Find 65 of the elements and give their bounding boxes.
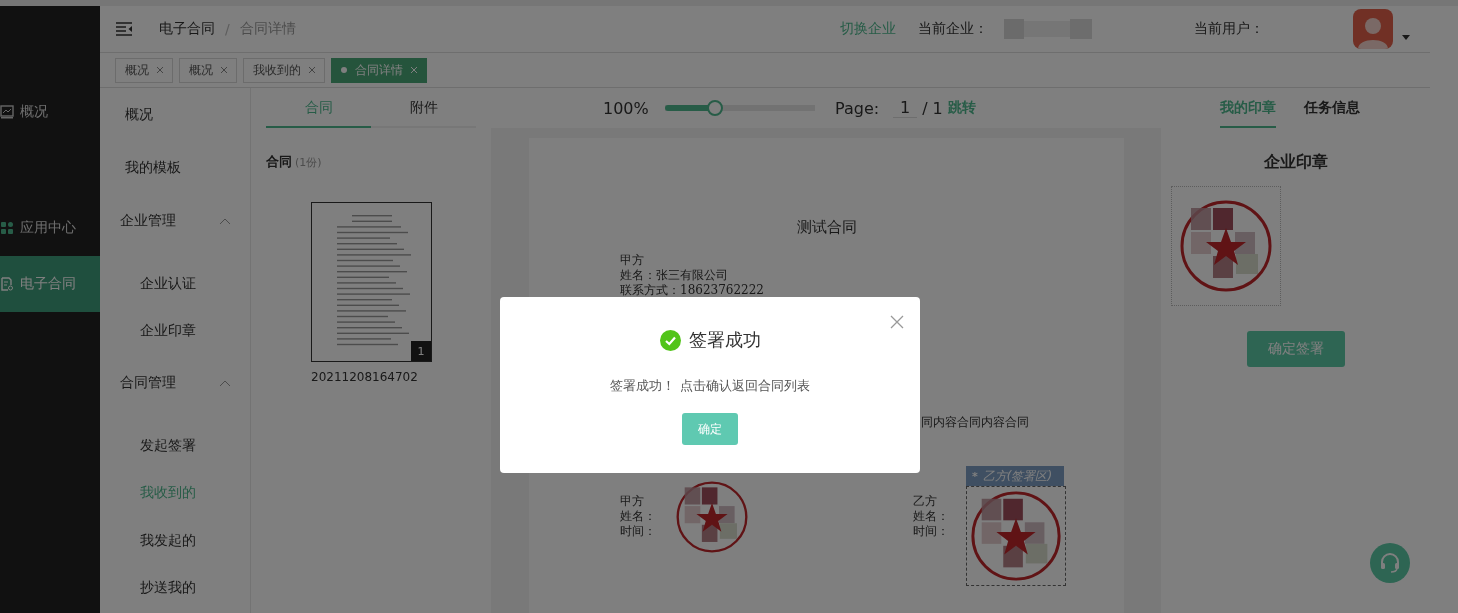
menu-group-label: 合同管理 [120,373,176,392]
caret-icon[interactable] [1402,34,1410,40]
signature-zone[interactable] [966,486,1066,586]
signature-line: 姓名： [620,509,657,524]
tab-tag[interactable]: 概况 [115,57,173,83]
sidebar-item[interactable]: 应用中心 [0,200,100,256]
page-total: / 1 [922,98,943,118]
user-label: 当前用户： [1194,20,1264,38]
page-input[interactable]: 1 [893,98,918,118]
support-button[interactable] [1370,543,1410,583]
submenu-item[interactable]: 企业印章 [100,307,250,356]
signature-line: 时间： [913,524,950,539]
sidebar-item[interactable]: 概况 [0,84,100,140]
sidebar-item[interactable]: 电子合同 [0,256,100,312]
document-title: 测试合同 [795,218,858,237]
document-tab[interactable]: 附件 [371,88,476,128]
company-label: 当前企业： [918,20,988,38]
document-icon [0,277,14,291]
page-thumbnail[interactable]: 1 [311,202,432,362]
document-line: 同内容合同内容合同 [921,414,1030,430]
panel-tab[interactable]: 任务信息 [1304,88,1360,128]
chevron-up-icon [220,379,230,386]
panel-title: 企业印章 [1263,152,1328,173]
signature-line: 甲方 [620,494,645,509]
close-icon[interactable] [309,67,315,73]
check-circle-icon [659,329,681,351]
tab-tag[interactable]: 概况 [179,57,237,83]
close-icon[interactable] [157,67,163,73]
tab-tag[interactable]: 我收到的 [243,57,325,83]
slider-thumb[interactable] [706,100,723,116]
submenu-item[interactable]: 我的模板 [100,141,250,195]
file-name: 20211208164702 [311,370,419,384]
headset-icon [1379,552,1401,574]
document-line: 姓名：张三有限公司 [620,268,729,283]
document-line: 联系方式：18623762222 [620,283,765,298]
document-line: 甲方 [620,253,645,268]
asterisk: * [972,469,978,483]
page-label: Page: [835,98,880,118]
chart-icon [0,105,14,119]
submenu-item[interactable]: 我发起的 [100,516,250,565]
dialog-message: 签署成功！ 点击确认返回合同列表 [610,377,810,395]
menu-group[interactable]: 合同管理 [100,356,250,410]
seal-option[interactable] [1171,186,1281,306]
submenu-item[interactable]: 发起签署 [100,421,250,470]
zoom-reading: 100% [603,98,650,118]
tab-tag[interactable]: 合同详情 [331,57,427,83]
breadcrumb-item[interactable]: 电子合同 [159,20,215,38]
close-icon[interactable] [890,315,904,329]
submenu-item[interactable]: 抄送我的 [100,564,250,612]
menu-group[interactable]: 企业管理 [100,194,250,248]
signature-line: 姓名： [913,509,950,524]
chevron-up-icon [220,218,230,225]
avatar[interactable] [1353,9,1393,49]
breadcrumb-separator: / [225,21,230,37]
close-icon[interactable] [221,67,227,73]
submenu-item[interactable]: 企业认证 [100,260,250,308]
menu-group-label: 企业管理 [120,212,176,231]
menu-icon[interactable] [116,22,133,36]
signature-line: 时间： [620,524,657,539]
signature-line: 乙方 [913,494,938,509]
dot-icon [341,67,347,73]
submenu-item[interactable]: 概况 [100,88,250,142]
page-number: 1 [411,341,431,361]
dialog-title: 签署成功 [688,328,761,352]
grid-icon [0,221,14,235]
